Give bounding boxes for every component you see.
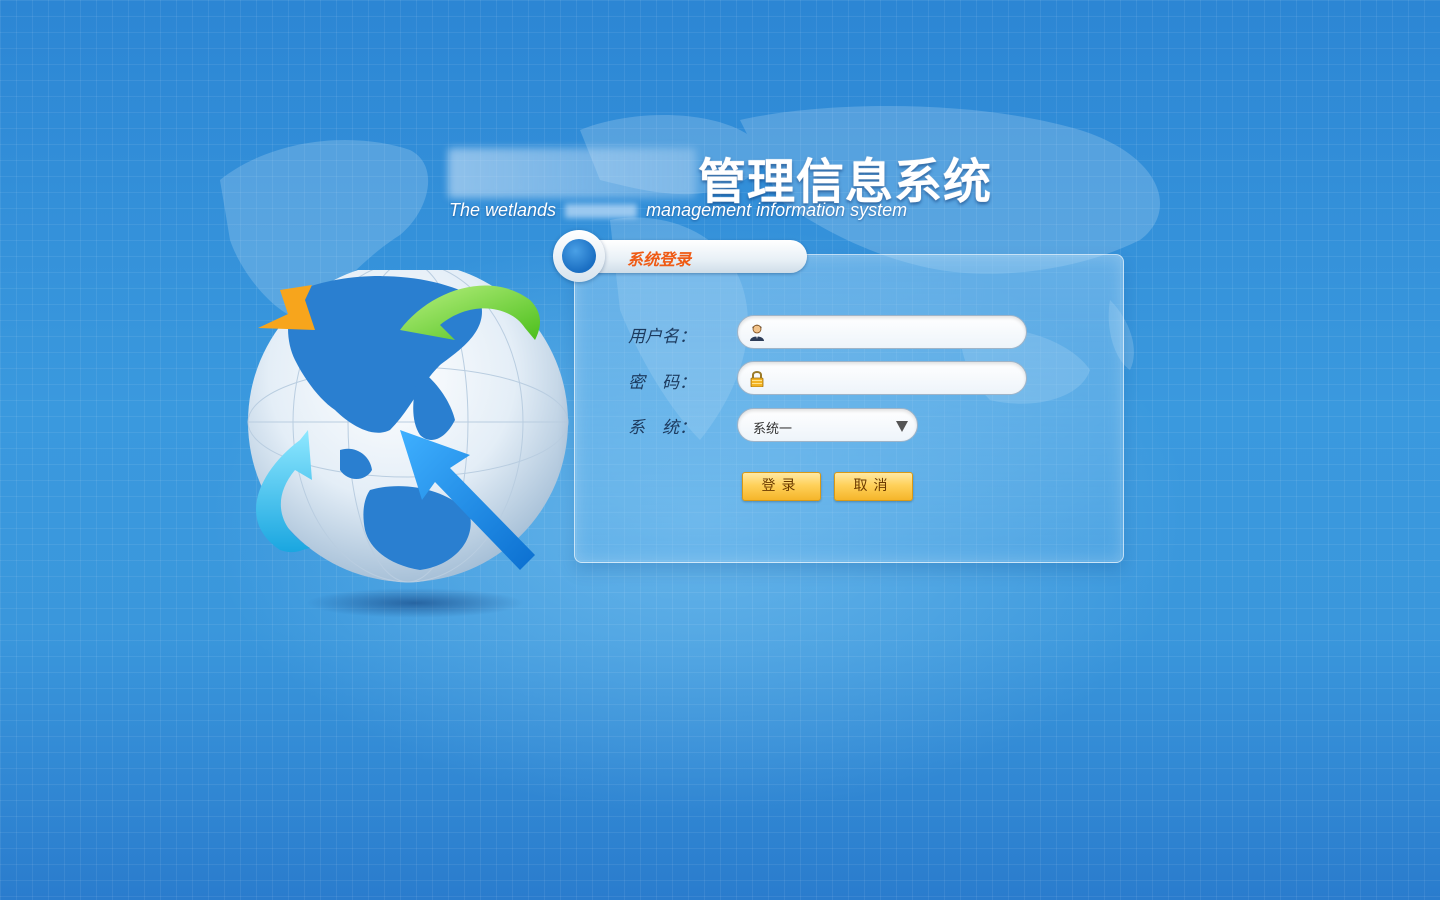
blurred-title-prefix: [448, 148, 696, 198]
header-circle-inner: [562, 239, 596, 273]
username-field[interactable]: [737, 315, 1027, 349]
login-panel-title: 系统登录: [627, 250, 692, 269]
login-button[interactable]: 登录: [742, 472, 821, 501]
system-title: 管理信息系统 The wetlands management informati…: [448, 140, 1008, 230]
globe-shadow: [305, 588, 525, 618]
username-input[interactable]: [772, 320, 1016, 346]
password-label: 密 码：: [628, 373, 696, 393]
header-circle-icon: [553, 230, 605, 282]
blurred-title-word: [565, 204, 638, 218]
lock-icon: [750, 371, 764, 387]
title-english-prefix: The wetlands: [449, 200, 562, 220]
password-field[interactable]: [737, 361, 1027, 395]
password-input[interactable]: [772, 366, 1016, 392]
login-panel-header: 系统登录: [553, 230, 807, 282]
system-label: 系 统：: [628, 418, 696, 438]
user-icon: [750, 324, 764, 341]
system-select[interactable]: 系统一: [737, 408, 918, 442]
globe-icon: [247, 261, 569, 583]
title-english: The wetlands management information syst…: [449, 200, 907, 221]
username-label: 用户名：: [628, 327, 696, 347]
chevron-down-icon: [896, 421, 908, 432]
cancel-button[interactable]: 取消: [834, 472, 913, 501]
globe-illustration: [240, 261, 580, 630]
title-english-suffix: management information system: [641, 200, 908, 220]
system-select-value: 系统一: [753, 422, 793, 437]
